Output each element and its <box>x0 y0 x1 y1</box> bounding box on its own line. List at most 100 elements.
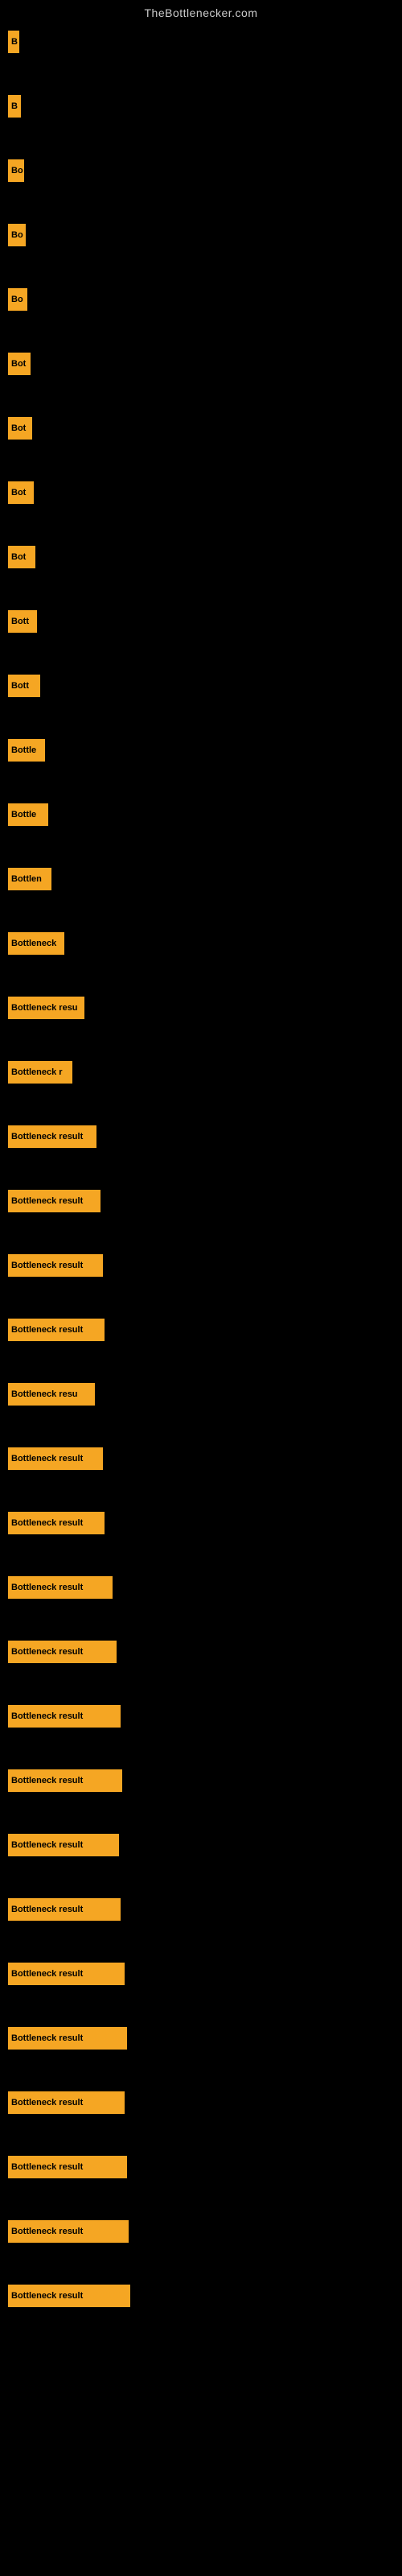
bar-row: Bottle <box>8 803 394 826</box>
bar-label: Bottleneck result <box>11 1840 83 1850</box>
bar: Bottle <box>8 803 48 826</box>
bar: Bottleneck resu <box>8 1383 95 1406</box>
bar-row: Bott <box>8 610 394 633</box>
bar: Bottleneck result <box>8 2091 125 2114</box>
bar-row: Bottleneck result <box>8 1254 394 1277</box>
bar-row: Bottleneck result <box>8 2220 394 2243</box>
bar-row: Bo <box>8 224 394 246</box>
bar-row: Bottleneck result <box>8 1576 394 1599</box>
bar: B <box>8 31 19 53</box>
bar-row: B <box>8 95 394 118</box>
bar-label: Bot <box>11 423 26 433</box>
bar-label: Bottleneck result <box>11 2033 83 2043</box>
bar-row: Bottleneck result <box>8 1319 394 1341</box>
bar: Bottleneck result <box>8 2027 127 2050</box>
bar: Bott <box>8 610 37 633</box>
bar: Bo <box>8 288 27 311</box>
bar-row: Bottleneck result <box>8 1641 394 1663</box>
bar-label: Bottleneck result <box>11 1325 83 1335</box>
bar-label: Bo <box>11 295 23 304</box>
bar-label: Bottlen <box>11 874 42 884</box>
bar-row: Bottlen <box>8 868 394 890</box>
bar-row: Bott <box>8 675 394 697</box>
bar-label: Bottleneck result <box>11 1647 83 1657</box>
bar: Bot <box>8 481 34 504</box>
bar-label: Bottleneck result <box>11 2291 83 2301</box>
bar: Bottleneck result <box>8 1769 122 1792</box>
bar: Bottleneck result <box>8 1963 125 1985</box>
bar-row: B <box>8 31 394 53</box>
bar-row: Bottleneck result <box>8 1125 394 1148</box>
bar: Bo <box>8 224 26 246</box>
bar-label: Bot <box>11 488 26 497</box>
bar-label: Bottleneck result <box>11 1518 83 1528</box>
bar: Bottleneck result <box>8 1190 100 1212</box>
bar: Bottleneck result <box>8 1125 96 1148</box>
bar-row: Bottleneck result <box>8 1834 394 1856</box>
bar-row: Bottleneck r <box>8 1061 394 1084</box>
bar: Bottleneck result <box>8 1641 117 1663</box>
bar: Bottlen <box>8 868 51 890</box>
bar-label: Bott <box>11 681 29 691</box>
bar: Bo <box>8 159 24 182</box>
bar-row: Bottleneck result <box>8 1190 394 1212</box>
bar-label: Bottle <box>11 810 36 819</box>
bar: Bottleneck result <box>8 2156 127 2178</box>
bar-label: Bottleneck result <box>11 2162 83 2172</box>
bar: Bottleneck result <box>8 2285 130 2307</box>
bar-label: Bottleneck result <box>11 1261 83 1270</box>
bar: Bott <box>8 675 40 697</box>
bars-container: B B Bo Bo Bo Bot Bot Bot Bot Bott Bott Bottle Bottle… <box>0 23 402 2349</box>
bar-row: Bot <box>8 417 394 440</box>
bar-label: Bottleneck result <box>11 1905 83 1914</box>
bar-row: Bottleneck result <box>8 2156 394 2178</box>
bar: Bottleneck result <box>8 2220 129 2243</box>
bar-row: Bottleneck result <box>8 1769 394 1792</box>
bar-label: Bottleneck r <box>11 1067 63 1077</box>
bar-label: B <box>11 101 18 111</box>
bar-label: Bottleneck result <box>11 1454 83 1463</box>
bar-label: Bottleneck <box>11 939 56 948</box>
bar: Bot <box>8 417 32 440</box>
bar: Bottleneck <box>8 932 64 955</box>
bar-row: Bot <box>8 546 394 568</box>
bar-label: Bottleneck result <box>11 1196 83 1206</box>
bar-label: Bottleneck result <box>11 2098 83 2107</box>
bar: Bottleneck result <box>8 1705 121 1728</box>
bar: Bottleneck result <box>8 1319 105 1341</box>
bar-label: Bo <box>11 230 23 240</box>
bar: B <box>8 95 21 118</box>
bar-row: Bottleneck result <box>8 1898 394 1921</box>
bar: Bottleneck result <box>8 1898 121 1921</box>
bar-label: Bottleneck resu <box>11 1003 78 1013</box>
bar-row: Bo <box>8 288 394 311</box>
bar-row: Bottle <box>8 739 394 762</box>
bar-row: Bottleneck resu <box>8 1383 394 1406</box>
bar-label: Bottleneck result <box>11 1776 83 1785</box>
bar-row: Bottleneck resu <box>8 997 394 1019</box>
bar-label: Bot <box>11 359 26 369</box>
bar-label: Bottleneck result <box>11 1583 83 1592</box>
bar-label: B <box>11 37 18 47</box>
bar-row: Bo <box>8 159 394 182</box>
bar-row: Bottleneck result <box>8 2285 394 2307</box>
bar-label: Bot <box>11 552 26 562</box>
site-title: TheBottlenecker.com <box>0 0 402 23</box>
bar-label: Bott <box>11 617 29 626</box>
bar-label: Bo <box>11 166 23 175</box>
bar-row: Bottleneck result <box>8 1447 394 1470</box>
bar-row: Bottleneck result <box>8 1705 394 1728</box>
bar: Bottleneck r <box>8 1061 72 1084</box>
bar-row: Bot <box>8 481 394 504</box>
bar-row: Bottleneck <box>8 932 394 955</box>
bar: Bottleneck result <box>8 1834 119 1856</box>
bar: Bottleneck result <box>8 1512 105 1534</box>
bar: Bot <box>8 353 31 375</box>
bar-row: Bottleneck result <box>8 2091 394 2114</box>
bar: Bottleneck result <box>8 1576 113 1599</box>
bar: Bottle <box>8 739 45 762</box>
bar: Bottleneck result <box>8 1447 103 1470</box>
bar-label: Bottleneck result <box>11 1132 83 1141</box>
bar-label: Bottleneck result <box>11 1969 83 1979</box>
bar: Bottleneck result <box>8 1254 103 1277</box>
